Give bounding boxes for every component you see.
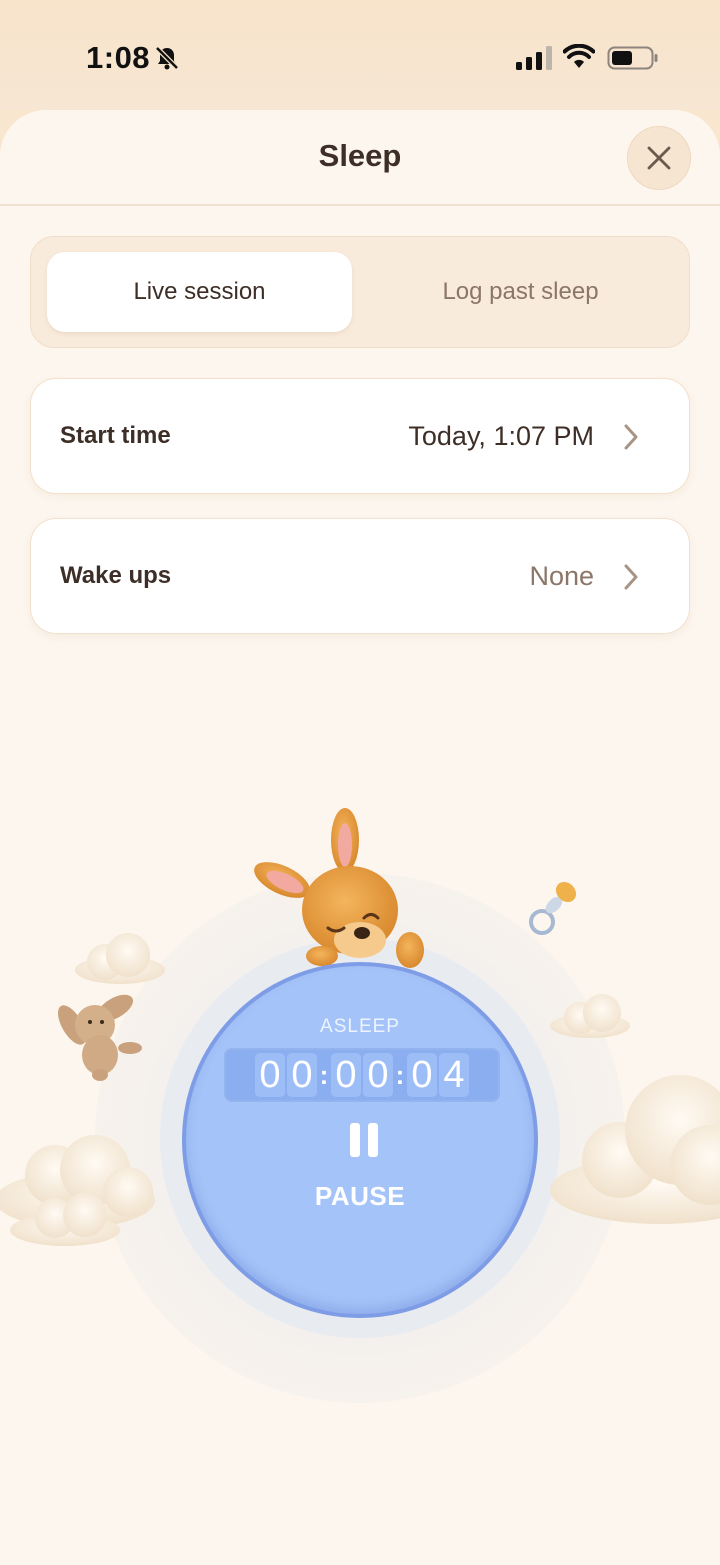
sleep-state-label: ASLEEP <box>320 1016 400 1037</box>
elapsed-time-display: 0 0 : 0 0 : 0 4 <box>224 1048 500 1102</box>
timer-digit: 0 <box>287 1053 317 1097</box>
status-time: 1:08 <box>86 40 151 75</box>
cloud-left-top <box>75 933 165 984</box>
battery-icon <box>607 46 658 70</box>
status-bar: 1:08 <box>0 0 720 110</box>
timer-digit: 0 <box>255 1053 285 1097</box>
sleep-illustration <box>0 808 720 1403</box>
sleep-timer-button[interactable]: ASLEEP 0 0 : 0 0 : 0 4 PAUSE <box>182 962 538 1318</box>
pause-label: PAUSE <box>314 1181 406 1211</box>
pacifier-toy <box>529 881 577 935</box>
timer-digit: 0 <box>363 1053 393 1097</box>
cellular-signal-icon <box>516 46 552 70</box>
wifi-icon <box>563 44 595 68</box>
timer-separator: : <box>319 1060 329 1090</box>
sleep-sheet: Sleep Live session Log past sleep Start … <box>0 110 720 1565</box>
timer-digit: 0 <box>407 1053 437 1097</box>
timer-digit: 4 <box>439 1053 469 1097</box>
timer-digit: 0 <box>331 1053 361 1097</box>
pause-icon <box>350 1123 378 1157</box>
bell-slash-icon <box>155 46 179 70</box>
timer-separator: : <box>395 1060 405 1090</box>
